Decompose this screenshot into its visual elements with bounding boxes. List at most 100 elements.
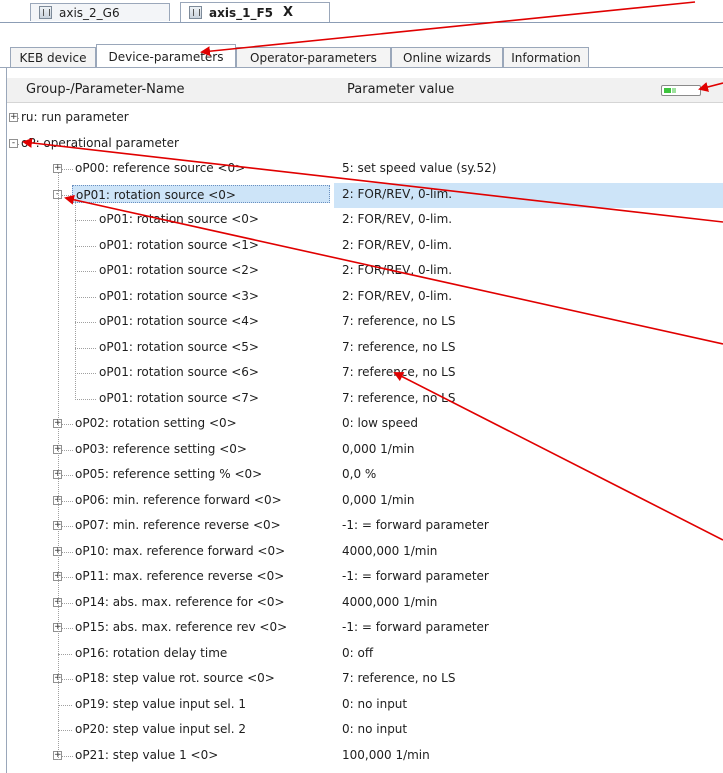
parameter-value[interactable]: 0: no input: [342, 697, 407, 711]
table-row[interactable]: + oP06: min. reference forward <0> 0,000 1…: [7, 489, 723, 515]
parameter-value[interactable]: 2: FOR/REV, 0-lim.: [342, 187, 452, 201]
table-row[interactable]: - oP: operational parameter: [7, 132, 723, 158]
parameter-name[interactable]: oP15: abs. max. reference rev <0>: [75, 620, 287, 634]
tab-device-parameters[interactable]: Device-parameters: [96, 44, 236, 68]
parameter-name[interactable]: oP02: rotation setting <0>: [75, 416, 237, 430]
expand-icon[interactable]: +: [9, 113, 18, 122]
close-tab-icon[interactable]: X: [283, 5, 293, 20]
parameter-name[interactable]: oP01: rotation source <5>: [99, 340, 259, 354]
parameter-value[interactable]: 7: reference, no LS: [342, 391, 455, 405]
table-row[interactable]: + oP18: step value rot. source <0> 7: refe…: [7, 667, 723, 693]
doc-tab-axis-1[interactable]: axis_1_F5 X: [180, 2, 330, 22]
parameter-value[interactable]: 0: no input: [342, 722, 407, 736]
parameter-name[interactable]: oP: operational parameter: [21, 136, 179, 150]
table-row[interactable]: + oP02: rotation setting <0> 0: low speed: [7, 412, 723, 438]
table-row[interactable]: oP01: rotation source <4> 7: reference, n…: [7, 310, 723, 336]
table-row[interactable]: + oP10: max. reference forward <0> 4000,00…: [7, 540, 723, 566]
parameter-value[interactable]: 0,000 1/min: [342, 442, 414, 456]
parameter-name[interactable]: oP01: rotation source <7>: [99, 391, 259, 405]
parameter-value[interactable]: 4000,000 1/min: [342, 544, 437, 558]
parameter-name[interactable]: oP11: max. reference reverse <0>: [75, 569, 284, 583]
parameter-name[interactable]: oP14: abs. max. reference for <0>: [75, 595, 285, 609]
parameter-name[interactable]: oP19: step value input sel. 1: [75, 697, 246, 711]
parameter-name[interactable]: oP01: rotation source <6>: [99, 365, 259, 379]
table-row[interactable]: oP01: rotation source <3> 2: FOR/REV, 0-l…: [7, 285, 723, 311]
parameter-name[interactable]: oP01: rotation source <2>: [99, 263, 259, 277]
parameter-name[interactable]: oP01: rotation source <1>: [99, 238, 259, 252]
parameter-value[interactable]: 0,0 %: [342, 467, 376, 481]
parameter-value[interactable]: 7: reference, no LS: [342, 340, 455, 354]
table-row[interactable]: + oP05: reference setting % <0> 0,0 %: [7, 463, 723, 489]
table-row[interactable]: + oP15: abs. max. reference rev <0> -1: = …: [7, 616, 723, 642]
tree-connector: [62, 500, 73, 502]
doc-tab-label: axis_2_G6: [59, 5, 120, 20]
parameter-name[interactable]: oP06: min. reference forward <0>: [75, 493, 282, 507]
parameter-name[interactable]: oP07: min. reference reverse <0>: [75, 518, 281, 532]
collapse-icon[interactable]: -: [9, 138, 18, 148]
tab-operator-parameters[interactable]: Operator-parameters: [236, 47, 391, 67]
parameter-value[interactable]: 100,000 1/min: [342, 748, 430, 762]
table-row[interactable]: + oP03: reference setting <0> 0,000 1/min: [7, 438, 723, 464]
table-row[interactable]: + oP21: step value 1 <0> 100,000 1/min: [7, 744, 723, 770]
parameter-value[interactable]: 2: FOR/REV, 0-lim.: [342, 238, 452, 252]
parameter-value[interactable]: -1: = forward parameter: [342, 620, 489, 634]
parameter-name[interactable]: oP00: reference source <0>: [75, 161, 245, 175]
parameter-name[interactable]: oP18: step value rot. source <0>: [75, 671, 275, 685]
tree-connector: [62, 628, 73, 629]
table-row[interactable]: + oP00: reference source <0> 5: set speed …: [7, 157, 723, 183]
parameter-name[interactable]: oP03: reference setting <0>: [75, 442, 247, 456]
table-row[interactable]: oP20: step value input sel. 2 0: no input: [7, 718, 723, 744]
expand-icon[interactable]: +: [53, 164, 62, 173]
tree-connector: [62, 577, 73, 578]
tree-connector: [62, 169, 73, 170]
parameter-name[interactable]: ru: run parameter: [21, 110, 129, 124]
tab-keb-device[interactable]: KEB device: [10, 47, 96, 67]
table-row[interactable]: oP16: rotation delay time 0: off: [7, 642, 723, 668]
parameter-name[interactable]: oP20: step value input sel. 2: [75, 722, 246, 736]
column-value-header[interactable]: Parameter value: [347, 82, 454, 97]
parameter-name[interactable]: oP10: max. reference forward <0>: [75, 544, 285, 558]
parameter-value[interactable]: 2: FOR/REV, 0-lim.: [342, 263, 452, 277]
parameter-name[interactable]: oP01: rotation source <0>: [72, 184, 330, 203]
parameter-value[interactable]: 0: low speed: [342, 416, 418, 430]
table-row[interactable]: - oP01: rotation source <0> 2: FOR/REV, 0-…: [7, 182, 723, 208]
parameter-value[interactable]: -1: = forward parameter: [342, 569, 489, 583]
online-toggle[interactable]: [661, 85, 701, 96]
table-row[interactable]: oP01: rotation source <5> 7: reference, n…: [7, 336, 723, 362]
table-row[interactable]: + ru: run parameter: [7, 106, 723, 132]
table-row[interactable]: oP19: step value input sel. 1 0: no input: [7, 693, 723, 719]
tab-online-wizards[interactable]: Online wizards: [391, 47, 503, 67]
parameter-value[interactable]: 2: FOR/REV, 0-lim.: [342, 289, 452, 303]
parameter-name[interactable]: oP05: reference setting % <0>: [75, 467, 262, 481]
doc-tab-axis-2[interactable]: axis_2_G6: [30, 3, 170, 21]
parameter-name[interactable]: oP01: rotation source <0>: [99, 212, 259, 226]
parameter-name[interactable]: oP16: rotation delay time: [75, 646, 227, 660]
parameter-value[interactable]: -1: = forward parameter: [342, 518, 489, 532]
parameter-value[interactable]: 2: FOR/REV, 0-lim.: [342, 212, 452, 226]
parameter-name[interactable]: oP21: step value 1 <0>: [75, 748, 218, 762]
parameter-value[interactable]: 0,000 1/min: [342, 493, 414, 507]
parameter-value[interactable]: 5: set speed value (sy.52): [342, 161, 496, 175]
table-row[interactable]: + oP07: min. reference reverse <0> -1: = f…: [7, 514, 723, 540]
table-row[interactable]: oP01: rotation source <2> 2: FOR/REV, 0-l…: [7, 259, 723, 285]
parameter-value[interactable]: 7: reference, no LS: [342, 314, 455, 328]
tree-connector: [75, 347, 96, 349]
parameter-value[interactable]: 7: reference, no LS: [342, 671, 455, 685]
table-row[interactable]: oP01: rotation source <0> 2: FOR/REV, 0-l…: [7, 208, 723, 234]
table-row[interactable]: oP01: rotation source <1> 2: FOR/REV, 0-l…: [7, 234, 723, 260]
table-row[interactable]: oP01: rotation source <6> 7: reference, n…: [7, 361, 723, 387]
toggle-indicator: [664, 88, 671, 93]
parameter-value[interactable]: 0: off: [342, 646, 373, 660]
device-icon: [39, 6, 52, 19]
parameter-value[interactable]: 7: reference, no LS: [342, 365, 455, 379]
table-row[interactable]: oP01: rotation source <7> 7: reference, n…: [7, 387, 723, 413]
table-row[interactable]: + oP14: abs. max. reference for <0> 4000,0…: [7, 591, 723, 617]
tab-information[interactable]: Information: [503, 47, 589, 67]
column-name-header[interactable]: Group-/Parameter-Name: [26, 82, 185, 97]
parameter-value[interactable]: 4000,000 1/min: [342, 595, 437, 609]
parameter-name[interactable]: oP01: rotation source <4>: [99, 314, 259, 328]
tab-label: Device-parameters: [108, 49, 224, 64]
tab-label: Information: [511, 50, 581, 65]
parameter-name[interactable]: oP01: rotation source <3>: [99, 289, 259, 303]
table-row[interactable]: + oP11: max. reference reverse <0> -1: = f…: [7, 565, 723, 591]
